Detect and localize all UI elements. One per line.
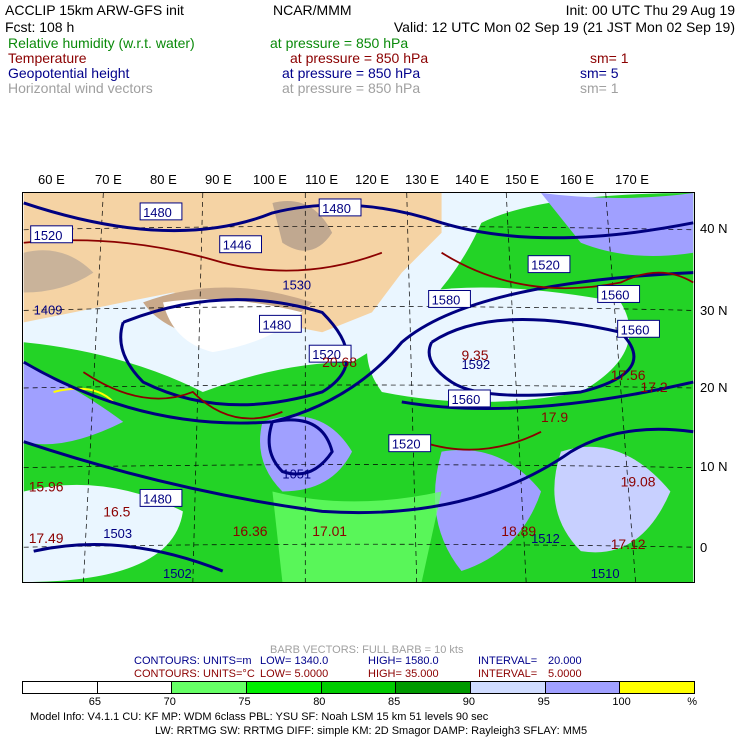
colorbar-tick: 75: [238, 696, 251, 708]
height-contour-label: 1480: [262, 317, 291, 332]
height-contour-label: 1446: [223, 238, 252, 253]
field-temp-level: at pressure = 850 hPa: [290, 50, 429, 66]
lon-label: 120 E: [355, 172, 389, 187]
colorbar-segment: [247, 682, 322, 693]
lat-label: 40 N: [700, 221, 728, 236]
colorbar-segment: [97, 682, 173, 693]
temperature-contour-label: 17.01: [312, 523, 347, 539]
lon-label: 90 E: [205, 172, 232, 187]
field-rh-level: at pressure = 850 hPa: [270, 35, 409, 51]
lon-label: 170 E: [615, 172, 649, 187]
temperature-contour-label: 18.89: [501, 523, 536, 539]
humidity-colorbar: [22, 681, 695, 694]
field-height-name: Geopotential height: [8, 65, 130, 81]
forecast-hour: Fcst: 108 h: [5, 19, 75, 35]
height-contour-label: 1480: [143, 491, 172, 506]
lat-label: 30 N: [700, 303, 728, 318]
height-contour-label: 1502: [163, 566, 192, 581]
temp-high: HIGH= 35.000: [368, 668, 439, 680]
lat-label: 20 N: [700, 380, 728, 395]
weather-plot: ACCLIP 15km ARW-GFS init NCAR/MMM Init: …: [0, 0, 740, 740]
height-contour-label: 1530: [282, 278, 311, 293]
field-wind-name: Horizontal wind vectors: [8, 80, 153, 96]
temperature-contour-label: 15.96: [29, 478, 64, 494]
lon-label: 80 E: [150, 172, 177, 187]
height-contour-label: 1520: [34, 228, 63, 243]
field-wind-level: at pressure = 850 hPa: [282, 80, 421, 96]
temperature-contour-label: 17.2: [641, 379, 668, 395]
height-contour-label: 1409: [34, 302, 63, 317]
colorbar-tick: 90: [462, 696, 476, 708]
colorbar-tick: 65: [88, 696, 102, 708]
field-temp-name: Temperature: [8, 50, 87, 66]
temperature-contour-label: 9.35: [461, 347, 488, 363]
height-interval: 20.000: [548, 655, 582, 667]
lon-label: 100 E: [253, 172, 287, 187]
lat-label: 0: [700, 540, 708, 555]
temp-contours-label: CONTOURS:: [134, 668, 200, 680]
field-height-sm: sm= 5: [580, 65, 619, 81]
lon-label: 110 E: [305, 172, 339, 187]
plot-title: ACCLIP 15km ARW-GFS init: [5, 2, 184, 18]
colorbar-tick: %: [687, 696, 697, 708]
temperature-contour-label: 17.49: [29, 530, 64, 546]
init-time: Init: 00 UTC Thu 29 Aug 19: [565, 2, 735, 18]
height-contour-label: 1051: [282, 467, 311, 482]
colorbar-segment: [23, 682, 98, 693]
height-contour-label: 1520: [392, 437, 421, 452]
temperature-contour-label: 16.5: [103, 503, 130, 519]
temp-interval: 5.0000: [548, 668, 582, 680]
temperature-contour-label: 16.36: [233, 523, 268, 539]
temp-interval-label: INTERVAL=: [478, 668, 538, 680]
colorbar-segment: [471, 682, 546, 693]
colorbar-segment: [545, 682, 621, 693]
colorbar-segment: [396, 682, 472, 693]
height-contour-label: 1580: [432, 292, 461, 307]
valid-time: Valid: 12 UTC Mon 02 Sep 19 (21 JST Mon …: [393, 19, 735, 35]
temp-units: UNITS=°C: [203, 668, 255, 680]
temperature-contour-label: 17.12: [611, 536, 646, 552]
colorbar-segment: [172, 682, 248, 693]
height-contour-label: 1480: [322, 201, 351, 216]
model-info-line2: LW: RRTMG SW: RRTMG DIFF: simple KM: 2D …: [155, 725, 588, 737]
colorbar-tick: 85: [388, 696, 401, 708]
height-contour-label: 1560: [601, 287, 630, 302]
height-interval-label: INTERVAL=: [478, 655, 538, 667]
height-contour-label: 1503: [103, 526, 132, 541]
temperature-contour-label: 17.9: [541, 409, 568, 425]
height-contour-label: 1510: [591, 566, 620, 581]
temp-low: LOW= 5.0000: [260, 668, 329, 680]
height-contour-label: 1520: [531, 258, 560, 273]
colorbar-tick: 80: [313, 696, 326, 708]
map-panel: 1480 1446 1530 1480 1520 1520 1480 1520 1580 1560…: [22, 192, 695, 583]
model-info-line1: Model Info: V4.1.1 CU: KF MP: WDM 6class…: [30, 711, 489, 723]
height-high: HIGH= 1580.0: [368, 655, 439, 667]
field-wind-sm: sm= 1: [580, 80, 619, 96]
height-contour-label: 1480: [143, 205, 172, 220]
colorbar-segment: [620, 682, 695, 693]
lon-label: 160 E: [560, 172, 594, 187]
height-contour-label: 1560: [621, 322, 650, 337]
height-low: LOW= 1340.0: [260, 655, 329, 667]
lon-label: 150 E: [505, 172, 539, 187]
colorbar-tick: 100: [612, 696, 631, 708]
field-temp-sm: sm= 1: [590, 50, 629, 66]
organization: NCAR/MMM: [273, 2, 352, 18]
colorbar-tick: 95: [537, 696, 550, 708]
lon-label: 130 E: [405, 172, 439, 187]
height-contours-label: CONTOURS:: [134, 655, 200, 667]
height-units: UNITS=m: [203, 655, 252, 667]
lat-label: 10 N: [700, 459, 728, 474]
temperature-contour-label: 20.68: [322, 354, 357, 370]
lon-label: 140 E: [455, 172, 489, 187]
colorbar-tick: 70: [163, 696, 176, 708]
colorbar-segment: [321, 682, 397, 693]
lon-label: 60 E: [38, 172, 65, 187]
field-height-level: at pressure = 850 hPa: [282, 65, 421, 81]
temperature-contour-label: 19.08: [621, 473, 656, 489]
lon-label: 70 E: [95, 172, 122, 187]
field-rh-name: Relative humidity (w.r.t. water): [8, 35, 195, 51]
height-contour-label: 1560: [452, 392, 481, 407]
